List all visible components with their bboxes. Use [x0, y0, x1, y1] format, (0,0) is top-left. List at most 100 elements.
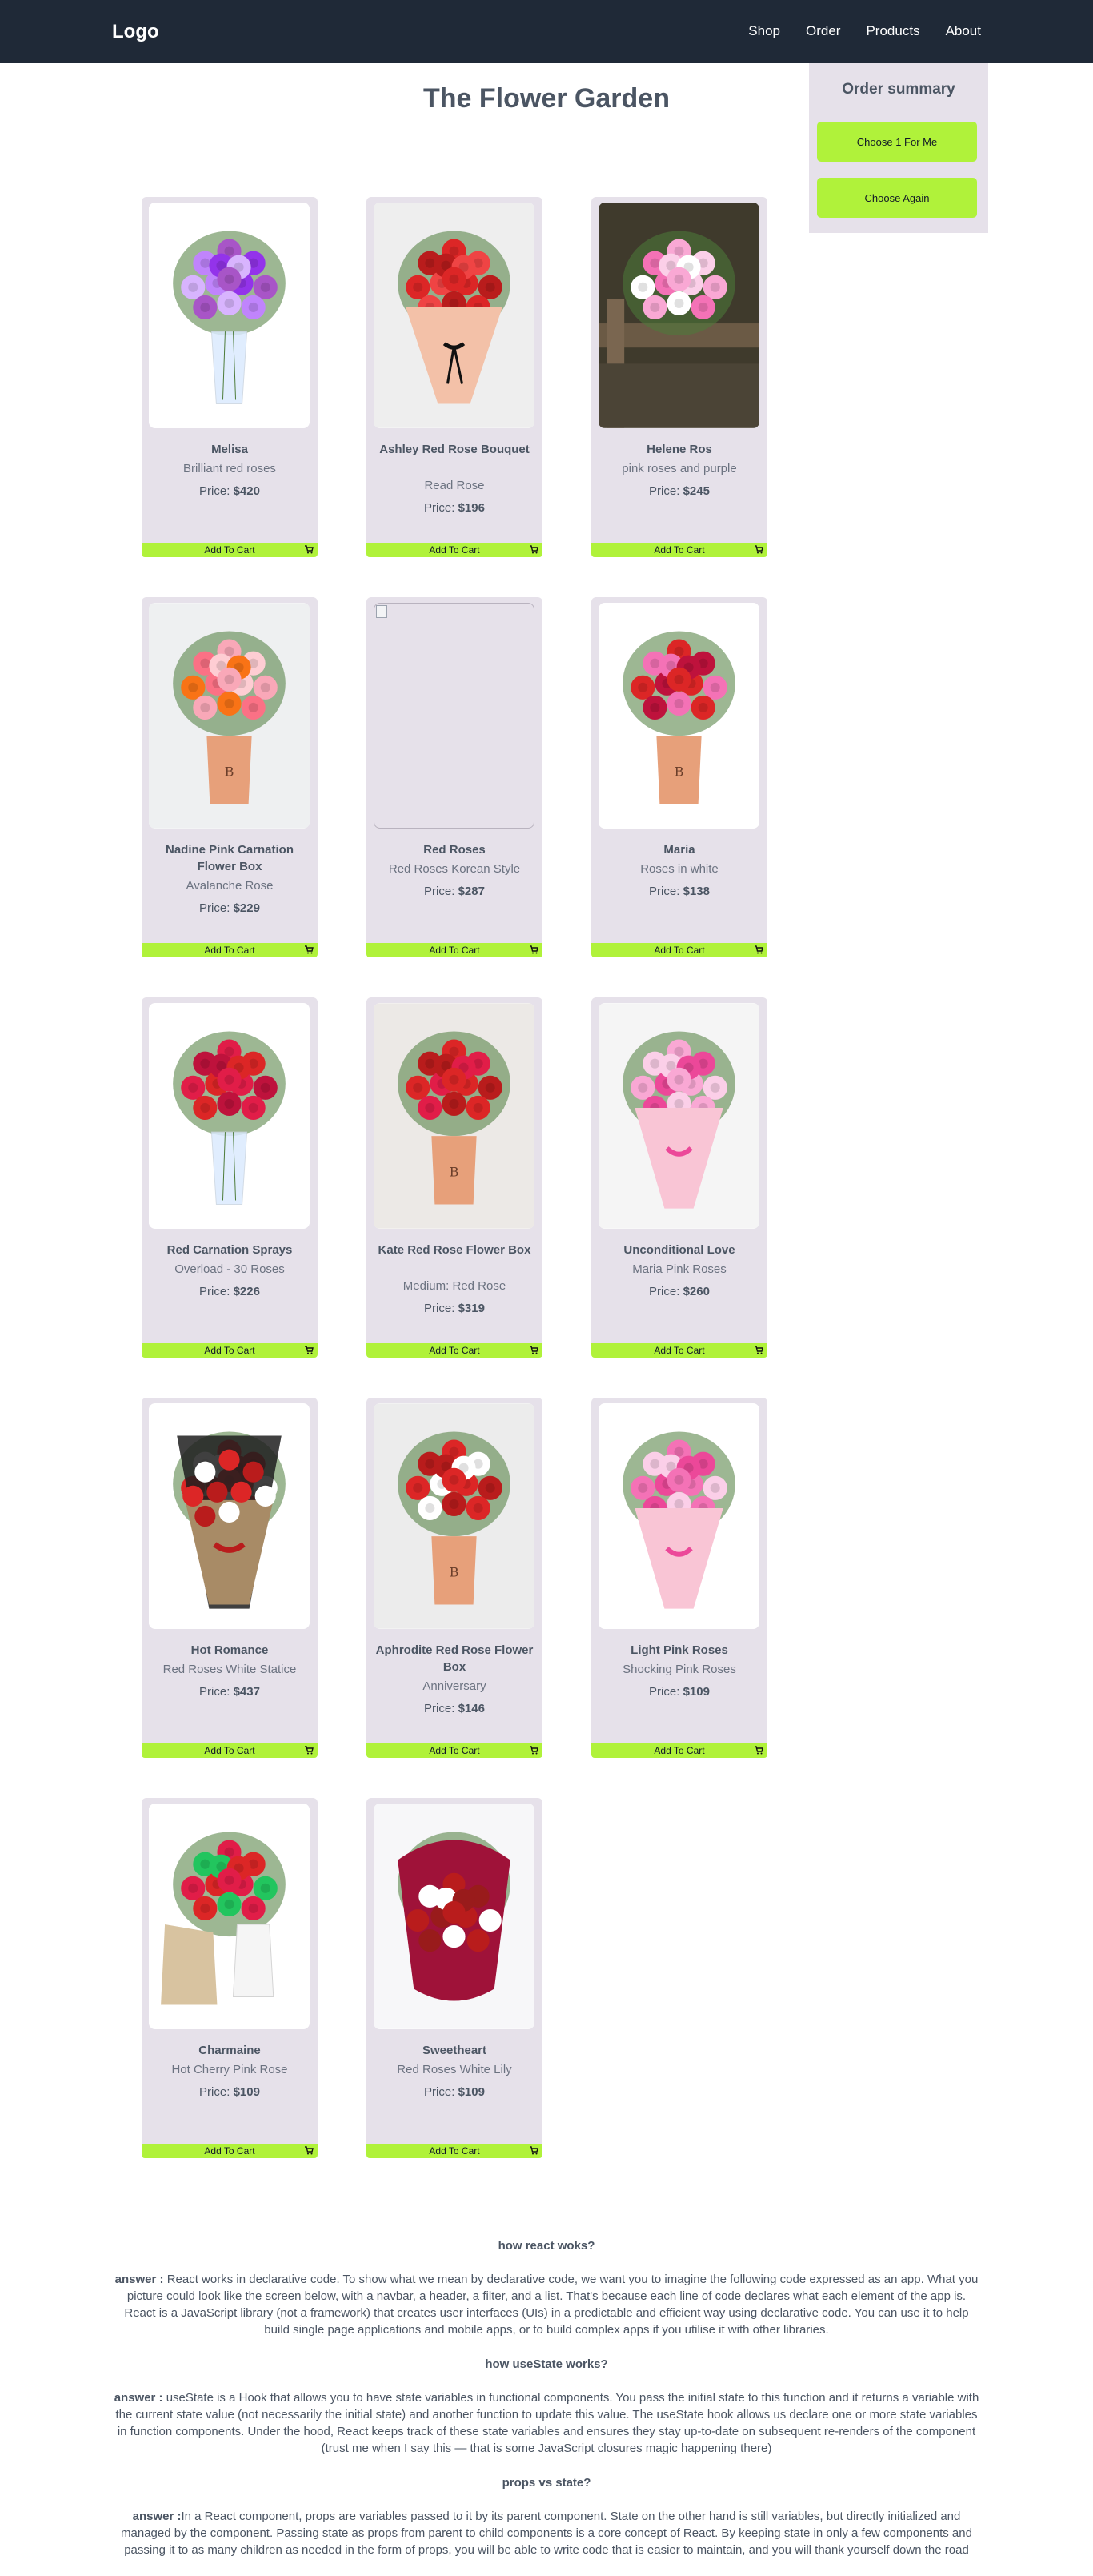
svg-text:B: B [675, 764, 684, 779]
product-name: Red Roses [423, 843, 486, 857]
add-to-cart-button[interactable]: Add To Cart [366, 1343, 542, 1358]
product-card: B Maria Roses in white Price: $138 Add To Ca… [591, 597, 767, 957]
qa-answer-text: useState is a Hook that allows you to ha… [115, 2391, 979, 2455]
add-to-cart-label: Add To Cart [204, 945, 255, 956]
product-price: Price: $146 [366, 1702, 542, 1715]
add-to-cart-button[interactable]: Add To Cart [142, 2144, 318, 2158]
price-label: Price: [424, 1302, 458, 1315]
price-value: $260 [683, 1285, 710, 1298]
add-to-cart-button[interactable]: Add To Cart [142, 943, 318, 957]
add-to-cart-button[interactable]: Add To Cart [591, 943, 767, 957]
product-name: Red Carnation Sprays [166, 1243, 293, 1257]
qa-section-react: how react woks? answer : React works in … [112, 2239, 981, 2338]
add-to-cart-button[interactable]: Add To Cart [142, 1343, 318, 1358]
product-subtitle: Red Roses White Lily [397, 2063, 512, 2076]
product-image [374, 203, 534, 428]
product-name: Helene Ros [647, 443, 712, 456]
product-image: B [374, 1003, 534, 1229]
add-to-cart-label: Add To Cart [204, 1745, 255, 1756]
add-to-cart-button[interactable]: Add To Cart [591, 543, 767, 557]
qa-answer-label: answer : [114, 2273, 164, 2286]
product-image: B [599, 603, 759, 829]
product-image [374, 1804, 534, 2029]
product-price: Price: $109 [142, 2085, 318, 2099]
price-value: $109 [233, 2085, 260, 2099]
add-to-cart-button[interactable]: Add To Cart [142, 543, 318, 557]
add-to-cart-button[interactable]: Add To Cart [591, 1743, 767, 1758]
product-name: Ashley Red Rose Bouquet [379, 443, 530, 456]
price-label: Price: [199, 484, 234, 498]
price-value: $138 [683, 885, 710, 898]
product-card: Ashley Red Rose Bouquet Read Rose Price: $… [366, 197, 542, 557]
broken-image-icon [374, 603, 534, 829]
product-price: Price: $437 [142, 1685, 318, 1699]
price-label: Price: [199, 1285, 234, 1298]
add-to-cart-button[interactable]: Add To Cart [366, 1743, 542, 1758]
price-label: Price: [424, 885, 458, 898]
add-to-cart-label: Add To Cart [204, 1345, 255, 1356]
product-image [149, 1804, 310, 2029]
product-name: Charmaine [198, 2044, 261, 2057]
product-card: B Kate Red Rose Flower Box Medium: Red Ros… [366, 997, 542, 1358]
price-label: Price: [424, 1702, 458, 1715]
price-value: $319 [458, 1302, 485, 1315]
product-card: Charmaine Hot Cherry Pink Rose Price: $109… [142, 1798, 318, 2158]
nav-link-order[interactable]: Order [806, 23, 840, 39]
price-label: Price: [424, 2085, 458, 2099]
add-to-cart-label: Add To Cart [429, 2145, 480, 2157]
add-to-cart-label: Add To Cart [204, 544, 255, 556]
product-name: Aphrodite Red Rose Flower Box [375, 1643, 534, 1674]
add-to-cart-button[interactable]: Add To Cart [142, 1743, 318, 1758]
shopping-cart-icon [754, 1346, 763, 1354]
qa-answer: answer :In a React component, props are … [112, 2508, 981, 2558]
product-price: Price: $245 [591, 484, 767, 498]
product-subtitle: Red Roses Korean Style [388, 862, 521, 876]
product-image: B [374, 1403, 534, 1629]
navbar: Logo Shop Order Products About [0, 0, 1093, 63]
add-to-cart-button[interactable]: Add To Cart [366, 943, 542, 957]
product-image [599, 203, 759, 428]
product-image [149, 1403, 310, 1629]
add-to-cart-label: Add To Cart [429, 544, 480, 556]
price-label: Price: [424, 501, 458, 515]
add-to-cart-button[interactable]: Add To Cart [591, 1343, 767, 1358]
nav-link-about[interactable]: About [946, 23, 981, 39]
product-card: Hot Romance Red Roses White Statice Price:… [142, 1398, 318, 1758]
nav-link-shop[interactable]: Shop [748, 23, 780, 39]
add-to-cart-button[interactable]: Add To Cart [366, 2144, 542, 2158]
product-card: B Aphrodite Red Rose Flower Box Anniversar… [366, 1398, 542, 1758]
logo[interactable]: Logo [112, 21, 159, 43]
product-subtitle: Maria Pink Roses [632, 1262, 727, 1276]
product-name: Maria [663, 843, 695, 857]
product-subtitle: Shocking Pink Roses [623, 1663, 736, 1676]
add-to-cart-label: Add To Cart [429, 1345, 480, 1356]
product-price: Price: $109 [591, 1685, 767, 1699]
qa-answer-text: In a React component, props are variable… [121, 2510, 972, 2557]
product-image [599, 1003, 759, 1229]
qa-question: how react woks? [498, 2239, 595, 2253]
product-card: Red Roses Red Roses Korean Style Price: $2… [366, 597, 542, 957]
qa-section-usestate: how useState works? answer : useState is… [112, 2357, 981, 2457]
add-to-cart-label: Add To Cart [429, 945, 480, 956]
product-name: Melisa [211, 443, 248, 456]
product-subtitle: Medium: Red Rose [402, 1279, 506, 1293]
shopping-cart-icon [529, 1746, 538, 1755]
svg-text:B: B [450, 1164, 459, 1179]
product-name: Nadine Pink Carnation Flower Box [165, 843, 294, 873]
nav-link-products[interactable]: Products [866, 23, 919, 39]
broken-image-glyph-icon [376, 605, 387, 618]
add-to-cart-label: Add To Cart [204, 2145, 255, 2157]
product-name: Sweetheart [422, 2044, 487, 2057]
product-subtitle: Overload - 30 Roses [174, 1262, 285, 1276]
price-label: Price: [649, 1685, 683, 1699]
choose-one-button[interactable]: Choose 1 For Me [817, 122, 977, 162]
product-subtitle: Anniversary [422, 1679, 486, 1693]
choose-again-button[interactable]: Choose Again [817, 178, 977, 218]
product-price: Price: $420 [142, 484, 318, 498]
qa-answer: answer : useState is a Hook that allows … [112, 2389, 981, 2457]
product-price: Price: $287 [366, 885, 542, 898]
product-image: B [149, 603, 310, 829]
add-to-cart-button[interactable]: Add To Cart [366, 543, 542, 557]
product-image [149, 203, 310, 428]
qa-question: props vs state? [502, 2476, 591, 2490]
